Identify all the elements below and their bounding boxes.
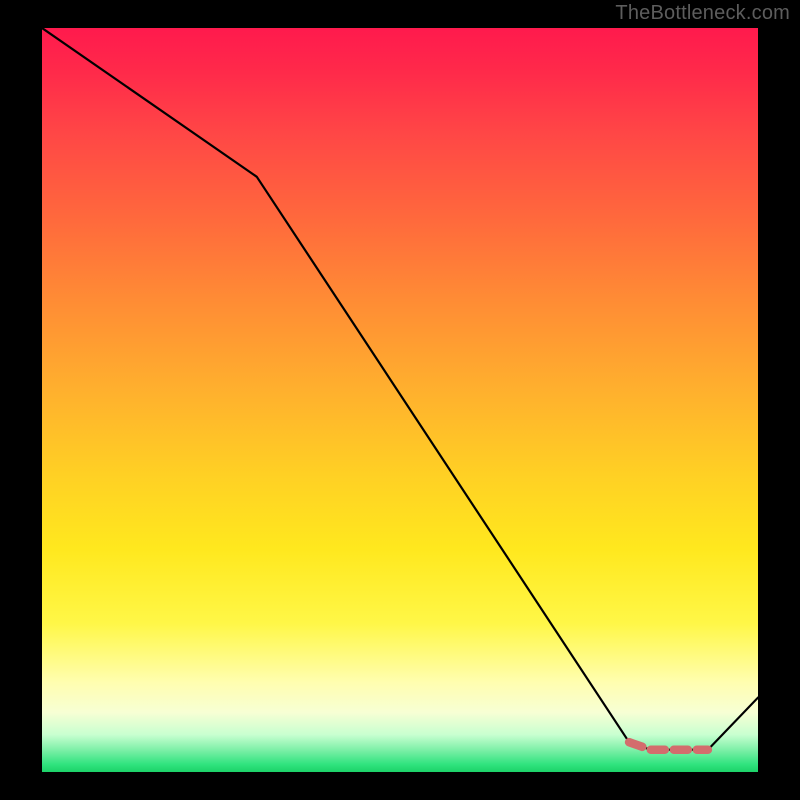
chart-overlay [42,28,758,772]
optimal-range-marker [629,742,708,750]
bottleneck-curve-line [42,28,758,750]
chart-frame: TheBottleneck.com [0,0,800,800]
watermark-text: TheBottleneck.com [615,2,790,25]
